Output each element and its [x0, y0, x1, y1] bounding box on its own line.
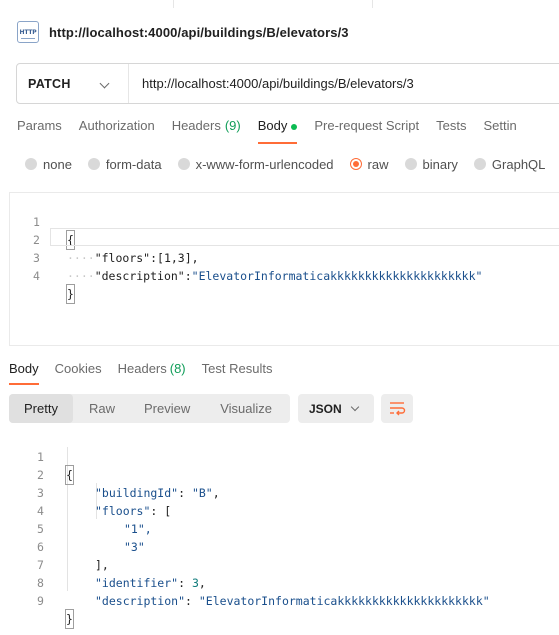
radio-label-none: none: [43, 156, 72, 172]
code-line: 8 "description": "ElevatorInformaticakkk…: [0, 556, 559, 608]
tab-pre-request-label: Pre-request Script: [314, 118, 420, 133]
method-select[interactable]: PATCH: [17, 64, 129, 103]
request-title-bar: HTTP http://localhost:4000/api/buildings…: [17, 20, 349, 44]
tab-authorization-label: Authorization: [78, 118, 155, 133]
tab-cookies[interactable]: Cookies: [55, 361, 102, 385]
request-title[interactable]: http://localhost:4000/api/buildings/B/el…: [49, 25, 349, 40]
tab-params-label: Params: [17, 118, 62, 133]
code-line: 1 {: [0, 430, 559, 485]
tab-settings-label: Settin: [483, 118, 517, 133]
body-type-urlencoded[interactable]: x-www-form-urlencoded: [177, 156, 334, 172]
radio-urlencoded[interactable]: [177, 158, 190, 170]
body-type-binary[interactable]: binary: [404, 156, 458, 172]
radio-label-form-data: form-data: [105, 156, 162, 172]
wrap-lines-button[interactable]: [381, 394, 413, 423]
tab-settings[interactable]: Settin: [483, 118, 516, 144]
line-number: 4: [33, 269, 40, 283]
tab-response-headers[interactable]: Headers (8): [118, 361, 186, 385]
code-line: 2 "buildingId": "B",: [0, 448, 559, 500]
body-indicator-dot: [291, 124, 298, 130]
radio-label-urlencoded: x-www-form-urlencoded: [195, 156, 334, 172]
code-content: "description": "ElevatorInformaticakkkkk…: [95, 594, 490, 608]
request-body-editor[interactable]: 1 { 2 ····"floors":[1,3], 3 ····"descrip…: [9, 192, 559, 346]
tab-tests[interactable]: Tests: [436, 118, 466, 144]
tab-pre-request-script[interactable]: Pre-request Script: [314, 118, 419, 144]
tab-response-headers-label: Headers: [117, 361, 167, 376]
view-visualize-button[interactable]: Visualize: [220, 394, 272, 423]
close-brace: }: [66, 284, 75, 304]
code-line: 5 "3": [0, 502, 559, 554]
wrap-lines-icon: [390, 402, 406, 416]
tab-headers-label: Headers: [171, 118, 221, 133]
chevron-down-icon: [350, 402, 360, 412]
body-type-form-data[interactable]: form-data: [87, 156, 162, 172]
format-label: JSON: [309, 401, 342, 416]
body-type-graphql[interactable]: GraphQL: [473, 156, 546, 172]
json-value: "ElevatorInformaticakkkkkkkkkkkkkkkkkkkk…: [191, 269, 483, 283]
radio-label-graphql: GraphQL: [491, 156, 546, 172]
response-format-select[interactable]: JSON: [298, 394, 374, 423]
line-number: 9: [37, 594, 44, 608]
code-line: 9 }: [0, 574, 559, 629]
http-icon-text: HTTP: [19, 28, 37, 36]
tab-body[interactable]: Body: [257, 118, 298, 144]
radio-form-data[interactable]: [87, 158, 100, 170]
body-type-none[interactable]: none: [25, 157, 72, 172]
tab-body-label: Body: [257, 118, 288, 133]
headers-count: (9): [224, 118, 241, 133]
radio-binary[interactable]: [404, 158, 417, 170]
view-preview-button[interactable]: Preview: [144, 394, 190, 423]
tab-test-results[interactable]: Test Results: [202, 361, 273, 385]
view-raw-button[interactable]: Raw: [89, 394, 115, 423]
code-line: 4 }: [10, 249, 559, 304]
code-line: 6 ],: [0, 520, 559, 572]
radio-label-raw: raw: [367, 156, 389, 172]
code-line: 1 {: [10, 195, 559, 250]
tab-test-results-label: Test Results: [201, 361, 273, 376]
radio-raw[interactable]: [349, 158, 362, 170]
body-type-radio-group: none form-data x-www-form-urlencoded raw…: [25, 156, 559, 172]
tab-divider: [173, 0, 174, 8]
tab-strip: [0, 0, 559, 8]
tab-divider: [372, 0, 373, 8]
url-bar: PATCH: [16, 63, 559, 104]
radio-none[interactable]: [25, 158, 37, 170]
view-pretty-button[interactable]: Pretty: [9, 394, 73, 423]
response-body-viewer[interactable]: 1 { 2 "buildingId": "B", 3 "floors": [ 4…: [0, 430, 559, 635]
request-tabs: Params Authorization Headers (9) Body Pre…: [17, 118, 534, 144]
json-key: "description": [94, 269, 185, 283]
code-line: 7 "identifier": 3,: [0, 538, 559, 590]
code-line: 3 "floors": [: [0, 466, 559, 518]
radio-graphql[interactable]: [473, 158, 486, 170]
chevron-down-icon: [99, 78, 110, 89]
url-input[interactable]: [129, 64, 559, 103]
body-type-raw[interactable]: raw: [349, 156, 389, 172]
response-view-mode: Pretty Raw Preview Visualize: [9, 394, 290, 423]
radio-label-binary: binary: [422, 156, 458, 172]
json-value: "ElevatorInformaticakkkkkkkkkkkkkkkkkkkk…: [198, 594, 490, 608]
tab-authorization[interactable]: Authorization: [79, 118, 155, 144]
tab-tests-label: Tests: [436, 118, 467, 133]
response-tabs: Body Cookies Headers (8) Test Results: [9, 361, 288, 385]
http-file-icon: HTTP: [17, 21, 39, 43]
close-brace: }: [65, 609, 74, 629]
tab-params[interactable]: Params: [17, 118, 62, 144]
code-content: ····"description":"ElevatorInformaticakk…: [67, 269, 483, 283]
response-headers-count: (8): [169, 361, 186, 376]
tab-response-body-label: Body: [9, 361, 39, 376]
json-key: "description": [95, 594, 186, 608]
tab-response-body[interactable]: Body: [9, 361, 39, 385]
method-label: PATCH: [28, 76, 71, 91]
code-line: 4 "1",: [0, 484, 559, 536]
tab-headers[interactable]: Headers (9): [172, 118, 241, 144]
active-line-highlight: [50, 228, 559, 246]
tab-cookies-label: Cookies: [54, 361, 102, 376]
